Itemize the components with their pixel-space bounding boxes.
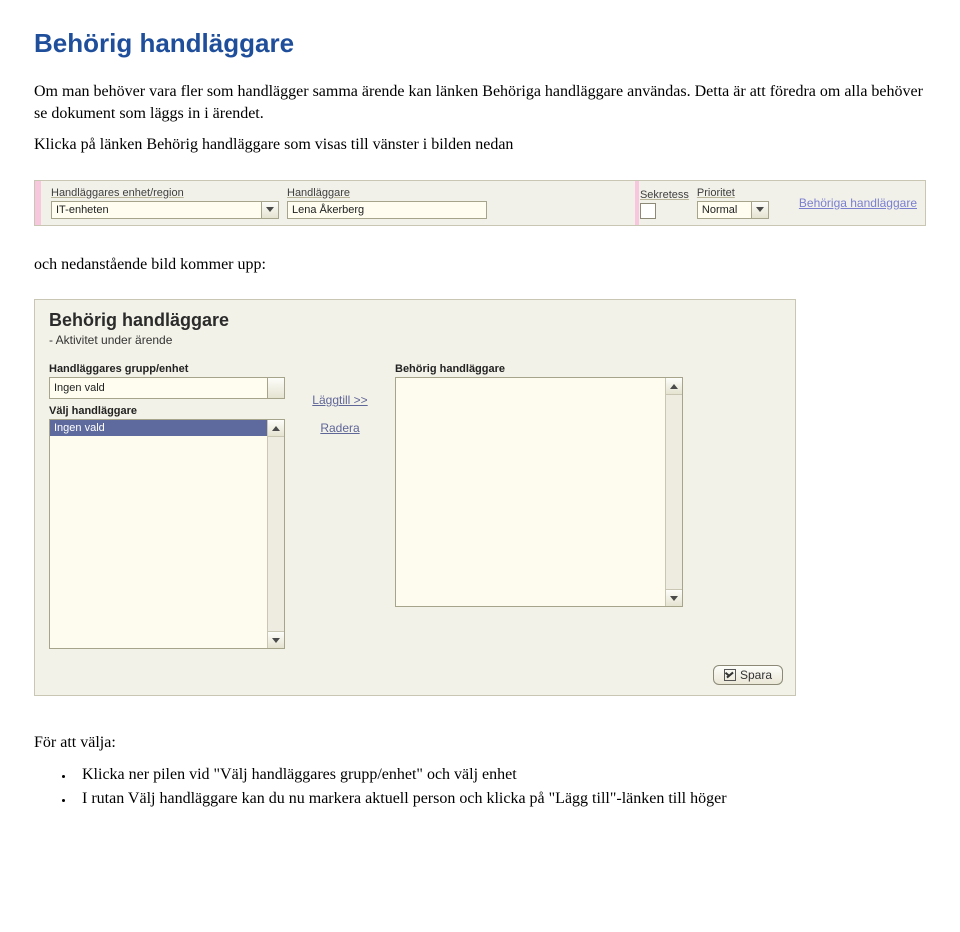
- scroll-down-icon[interactable]: [666, 589, 682, 606]
- list-item: Klicka ner pilen vid "Välj handläggares …: [74, 764, 926, 786]
- link-behoriga-handlaggare[interactable]: Behöriga handläggare: [799, 196, 917, 210]
- label-handlaggare: Handläggare: [287, 187, 487, 199]
- checkbox-sekretess[interactable]: [640, 203, 656, 219]
- scroll-down-icon[interactable]: [268, 631, 284, 648]
- page-title: Behörig handläggare: [34, 28, 926, 59]
- dialog-title: Behörig handläggare: [49, 310, 781, 331]
- check-icon: [724, 669, 736, 681]
- input-handlaggare[interactable]: Lena Åkerberg: [287, 201, 487, 219]
- list-item: I rutan Välj handläggare kan du nu marke…: [74, 788, 926, 810]
- list-item-selected[interactable]: Ingen vald: [50, 420, 268, 436]
- select-prioritet[interactable]: Normal: [697, 201, 769, 219]
- scrollbar[interactable]: [267, 420, 284, 648]
- form-row-screenshot: Handläggares enhet/region IT-enheten Han…: [34, 180, 926, 226]
- select-enhet-value: IT-enheten: [56, 204, 109, 216]
- chevron-down-icon[interactable]: [267, 378, 284, 398]
- select-grupp-enhet-value: Ingen vald: [54, 382, 105, 394]
- link-laggtill[interactable]: Läggtill >>: [312, 393, 367, 407]
- scrollbar[interactable]: [665, 378, 682, 606]
- for-att-valja-label: För att välja:: [34, 732, 926, 754]
- decor-strip-left: [35, 181, 41, 225]
- label-valj-handlaggare: Välj handläggare: [49, 405, 285, 417]
- input-handlaggare-value: Lena Åkerberg: [292, 204, 364, 216]
- chevron-down-icon[interactable]: [261, 202, 278, 218]
- select-prioritet-value: Normal: [702, 204, 737, 216]
- link-radera[interactable]: Radera: [320, 421, 359, 435]
- label-grupp-enhet: Handläggares grupp/enhet: [49, 363, 285, 375]
- spara-button[interactable]: Spara: [713, 665, 783, 685]
- instructions-list: Klicka ner pilen vid "Välj handläggares …: [34, 764, 926, 809]
- select-enhet[interactable]: IT-enheten: [51, 201, 279, 219]
- select-grupp-enhet[interactable]: Ingen vald: [49, 377, 285, 399]
- label-sekretess: Sekretess: [640, 189, 689, 201]
- listbox-behorig-handlaggare[interactable]: [395, 377, 683, 607]
- scroll-up-icon[interactable]: [268, 420, 284, 437]
- intro-paragraph-3: och nedanstående bild kommer upp:: [34, 254, 926, 276]
- dialog-subtitle: - Aktivitet under ärende: [49, 333, 781, 347]
- intro-paragraph-2: Klicka på länken Behörig handläggare som…: [34, 134, 926, 156]
- dialog-screenshot: Behörig handläggare - Aktivitet under är…: [34, 299, 796, 696]
- listbox-valj-handlaggare[interactable]: Ingen vald: [49, 419, 285, 649]
- scroll-up-icon[interactable]: [666, 378, 682, 395]
- intro-paragraph-1: Om man behöver vara fler som handlägger …: [34, 81, 926, 124]
- label-enhet: Handläggares enhet/region: [51, 187, 279, 199]
- spara-button-label: Spara: [740, 668, 772, 682]
- label-prioritet: Prioritet: [697, 187, 769, 199]
- chevron-down-icon[interactable]: [751, 202, 768, 218]
- label-behorig-handlaggare: Behörig handläggare: [395, 363, 683, 375]
- decor-strip-mid: [635, 181, 639, 225]
